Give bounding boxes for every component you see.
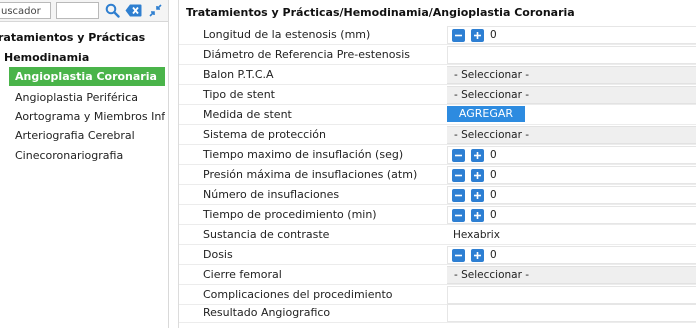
tiempo-insuflacion-stepper[interactable]: 0	[447, 146, 696, 164]
field-label: Tiempo de procedimiento (min)	[203, 208, 377, 221]
stepper-value[interactable]: 0	[490, 169, 497, 181]
tree-item-angioplastia-periferica[interactable]: Angioplastia Periférica	[9, 88, 165, 107]
form-row: Sistema de protección - Seleccionar -	[179, 125, 696, 145]
form-row: Tiempo maximo de insuflación (seg) 0	[179, 145, 696, 165]
plus-icon[interactable]	[471, 28, 484, 42]
stepper-value[interactable]: 0	[490, 189, 497, 201]
plus-icon[interactable]	[471, 188, 484, 202]
minus-icon[interactable]	[452, 28, 465, 42]
form-row: Tipo de stent - Seleccionar -	[179, 85, 696, 105]
longitud-estenosis-stepper[interactable]: 0	[447, 26, 696, 44]
field-label: Longitud de la estenosis (mm)	[203, 28, 371, 41]
plus-icon[interactable]	[471, 148, 484, 162]
field-label: Cierre femoral	[203, 268, 282, 281]
sustancia-contraste-value[interactable]: Hexabrix	[447, 226, 696, 244]
minus-icon[interactable]	[452, 208, 465, 222]
clear-search-icon[interactable]	[124, 2, 142, 19]
form-row: Tiempo de procedimiento (min) 0	[179, 205, 696, 225]
tree-item-angioplastia-coronaria[interactable]: Angioplastia Coronaria	[9, 67, 165, 86]
field-label: Medida de stent	[203, 108, 292, 121]
form-row: Longitud de la estenosis (mm) 0	[179, 25, 696, 45]
left-panel: ratamientos y Prácticas Hemodinamia Angi…	[0, 0, 169, 328]
complicaciones-field[interactable]	[447, 286, 696, 304]
form-row: Sustancia de contraste Hexabrix	[179, 225, 696, 245]
plus-icon[interactable]	[471, 248, 484, 262]
tree-root-label[interactable]: ratamientos y Prácticas	[0, 31, 145, 44]
field-label: Diámetro de Referencia Pre-estenosis	[203, 48, 410, 61]
diametro-referencia-field[interactable]	[447, 46, 696, 64]
tiempo-procedimiento-stepper[interactable]: 0	[447, 206, 696, 224]
balon-ptca-select[interactable]: - Seleccionar -	[447, 66, 696, 84]
minus-icon[interactable]	[452, 248, 465, 262]
form-panel: Tratamientos y Prácticas/Hemodinamia/Ang…	[178, 0, 696, 328]
minus-icon[interactable]	[452, 168, 465, 182]
form-row: Complicaciones del procedimiento	[179, 285, 696, 305]
field-label: Tiempo maximo de insuflación (seg)	[203, 148, 404, 161]
cierre-femoral-select[interactable]: - Seleccionar -	[447, 266, 696, 284]
numero-insuflaciones-stepper[interactable]: 0	[447, 186, 696, 204]
form-row: Cierre femoral - Seleccionar -	[179, 265, 696, 285]
field-label: Resultado Angiografico	[203, 306, 331, 319]
plus-icon[interactable]	[471, 168, 484, 182]
field-label: Sustancia de contraste	[203, 228, 330, 241]
tree-item-aortograma[interactable]: Aortograma y Miembros Inferiores	[9, 107, 165, 126]
agregar-button[interactable]: AGREGAR	[447, 106, 525, 122]
form-row: Dosis 0	[179, 245, 696, 265]
search-input[interactable]	[0, 2, 51, 19]
tipo-stent-select[interactable]: - Seleccionar -	[447, 86, 696, 104]
stepper-value[interactable]: 0	[490, 29, 497, 41]
field-label: Complicaciones del procedimiento	[203, 288, 393, 301]
plus-icon[interactable]	[471, 208, 484, 222]
stepper-value[interactable]: 0	[490, 209, 497, 221]
form-row: Número de insuflaciones 0	[179, 185, 696, 205]
stepper-value[interactable]: 0	[490, 149, 497, 161]
form-row: Balon P.T.C.A - Seleccionar -	[179, 65, 696, 85]
medida-stent-control: AGREGAR	[447, 106, 696, 124]
stepper-value[interactable]: 0	[490, 249, 497, 261]
form-row: Medida de stent AGREGAR	[179, 105, 696, 125]
presion-maxima-stepper[interactable]: 0	[447, 166, 696, 184]
search-secondary-field[interactable]	[56, 2, 99, 19]
page-title: Tratamientos y Prácticas/Hemodinamia/Ang…	[186, 6, 575, 19]
sistema-proteccion-select[interactable]: - Seleccionar -	[447, 126, 696, 144]
form-row: Diámetro de Referencia Pre-estenosis	[179, 45, 696, 65]
tree-item-cinecoronariografia[interactable]: Cinecoronariografia	[9, 146, 165, 165]
search-icon[interactable]	[103, 2, 121, 19]
resultado-angiografico-field[interactable]	[447, 304, 696, 322]
tree-item-arteriografia-cerebral[interactable]: Arteriografia Cerebral	[9, 126, 165, 145]
field-label: Presión máxima de insuflaciones (atm)	[203, 168, 418, 181]
minus-icon[interactable]	[452, 188, 465, 202]
field-label: Sistema de protección	[203, 128, 326, 141]
field-label: Dosis	[203, 248, 233, 261]
collapse-arrows-icon[interactable]	[146, 2, 164, 19]
search-bar	[0, 0, 168, 22]
field-label: Número de insuflaciones	[203, 188, 340, 201]
form-row: Presión máxima de insuflaciones (atm) 0	[179, 165, 696, 185]
tree-group-hemodinamia[interactable]: Hemodinamia	[4, 51, 89, 64]
field-label: Balon P.T.C.A	[203, 68, 274, 81]
dosis-stepper[interactable]: 0	[447, 246, 696, 264]
minus-icon[interactable]	[452, 148, 465, 162]
field-label: Tipo de stent	[203, 88, 275, 101]
form-row: Resultado Angiografico	[179, 303, 696, 323]
